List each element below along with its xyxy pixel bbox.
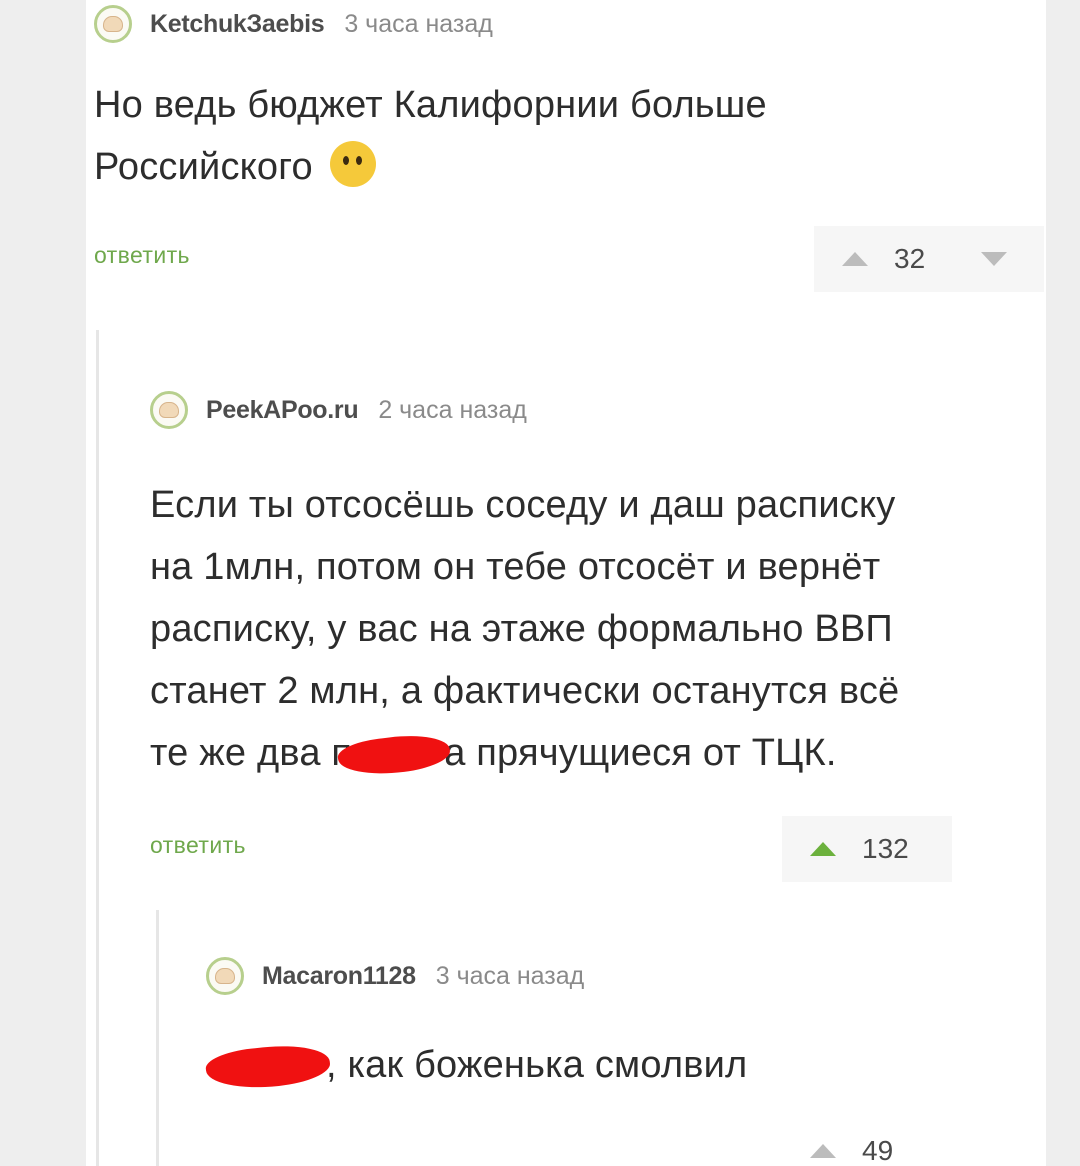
comment-text-line: те же два п а прячущиеся от ТЦК. — [150, 722, 1030, 784]
comment: Macaron1128 3 часа назад , как боженька … — [204, 956, 1026, 1166]
comment-header: Macaron1128 3 часа назад — [206, 956, 1026, 996]
rating-box: 132 — [782, 816, 952, 882]
comment-header: KetchukЗaebis 3 часа назад — [94, 4, 1044, 44]
comment-text: Но ведь бюджет Калифорнии больше Российс… — [94, 74, 1044, 198]
upvote-arrow-icon[interactable] — [810, 842, 836, 856]
comment-text-line: станет 2 млн, а фактически останутся всё — [150, 670, 900, 712]
comment-text-fragment: а прячущиеся от ТЦК. — [444, 732, 837, 774]
comment-text-line: расписку, у вас на этаже формально ВВП — [150, 608, 893, 650]
comment-author[interactable]: PeekAPoo.ru — [206, 396, 359, 425]
comment-time: 2 часа назад — [378, 395, 527, 424]
comment-footer: 49 — [206, 1118, 1026, 1166]
thread-line — [156, 910, 159, 1166]
comment: KetchukЗaebis 3 часа назад Но ведь бюдже… — [94, 4, 1044, 292]
upvote-arrow-icon[interactable] — [842, 252, 868, 266]
rating-score: 132 — [862, 833, 909, 864]
comment-text: Если ты отсосёшь соседу и даш расписку н… — [150, 474, 1030, 784]
comment-text-fragment: , как боженька смолвил — [326, 1044, 748, 1086]
rating-score: 32 — [894, 243, 926, 274]
upvote-arrow-icon[interactable] — [810, 1144, 836, 1158]
comment-footer: ответить 32 — [94, 226, 1044, 292]
comment-time: 3 часа назад — [344, 9, 493, 38]
avatar[interactable] — [150, 391, 188, 429]
comment: PeekAPoo.ru 2 часа назад Если ты отсосёш… — [150, 390, 1030, 882]
comment-footer: ответить 132 — [150, 816, 1030, 882]
avatar[interactable] — [94, 5, 132, 43]
thread-line — [96, 330, 99, 1166]
comment-header: PeekAPoo.ru 2 часа назад — [150, 390, 1030, 430]
reply-link[interactable]: ответить — [94, 242, 190, 269]
thinking-face-icon — [329, 141, 376, 187]
rating-box: 32 — [814, 226, 1044, 292]
comment-author[interactable]: KetchukЗaebis — [150, 10, 325, 39]
redaction-mark — [204, 1040, 332, 1094]
comment-text-line: на 1млн, потом он тебе отсосёт и вернёт — [150, 546, 881, 588]
rating-score: 49 — [862, 1135, 894, 1166]
comment-text-line: Если ты отсосёшь соседу и даш расписку — [150, 484, 896, 526]
avatar[interactable] — [206, 957, 244, 995]
reply-link[interactable]: ответить — [150, 832, 246, 859]
comment-time: 3 часа назад — [435, 961, 585, 990]
comments-page: KetchukЗaebis 3 часа назад Но ведь бюдже… — [86, 0, 1046, 1166]
comment-text-line: Российского — [94, 136, 1044, 198]
comment-text-fragment: те же два п — [150, 732, 353, 774]
downvote-arrow-icon[interactable] — [981, 252, 1008, 266]
comment-author[interactable]: Macaron1128 — [262, 962, 416, 991]
redaction-mark — [336, 730, 452, 780]
comment-text-fragment: Российского — [94, 146, 313, 188]
rating-box: 49 — [782, 1118, 952, 1166]
comment-text-line: Но ведь бюджет Калифорнии больше — [94, 84, 767, 126]
comment-text: , как боженька смолвил — [204, 1034, 1026, 1096]
